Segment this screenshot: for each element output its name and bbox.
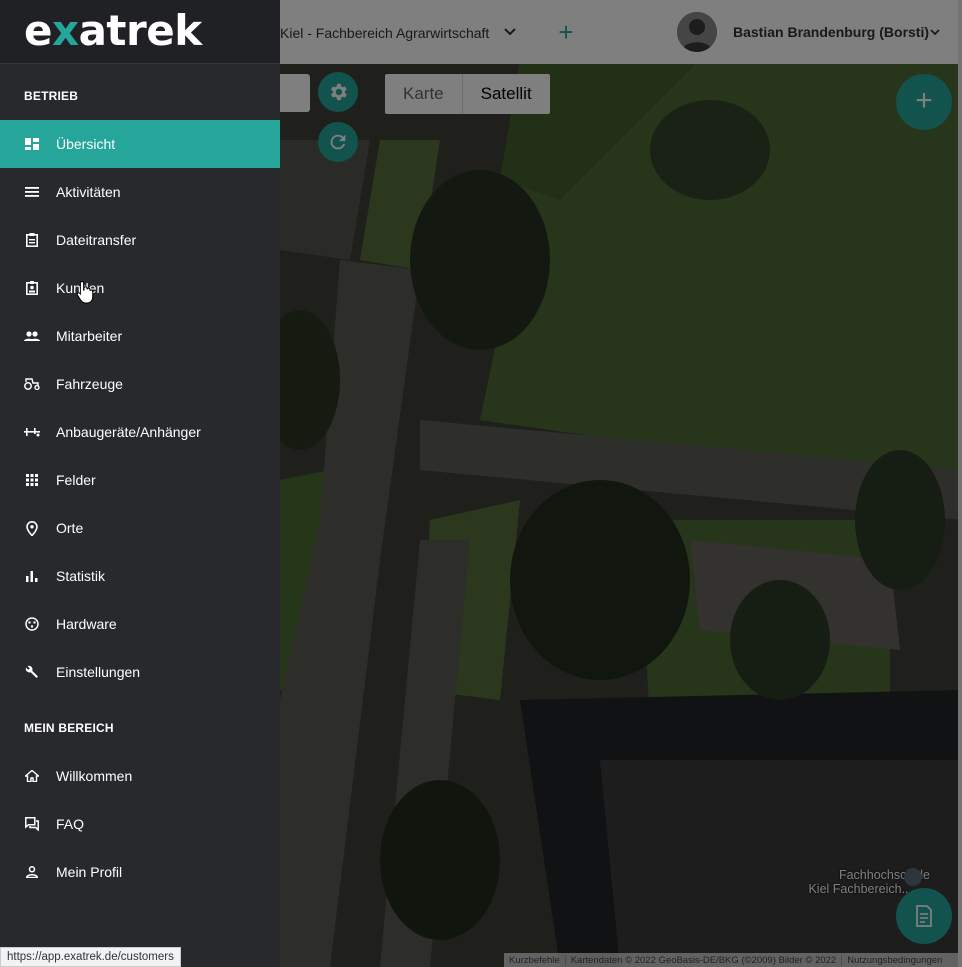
sidebar-item-label: Willkommen [56,768,133,784]
tractor-icon [24,376,40,392]
location-pin-icon [24,520,40,536]
contact-card-icon [24,280,40,296]
people-icon [24,328,40,344]
sidebar-item-label: Statistik [56,568,106,584]
sidebar-item-uebersicht[interactable]: Übersicht [0,120,280,168]
sidebar-item-fahrzeuge[interactable]: Fahrzeuge [0,360,280,408]
sidebar-item-label: Fahrzeuge [56,376,123,392]
sidebar-item-einstellungen[interactable]: Einstellungen [0,648,280,696]
sidebar-item-aktivitaeten[interactable]: Aktivitäten [0,168,280,216]
section-title-mein-bereich: MEIN BEREICH [24,721,114,735]
sidebar-item-kunden[interactable]: Kunden [0,264,280,312]
sidebar-item-label: Dateitransfer [56,232,137,248]
sidebar-item-anbaugeraete[interactable]: Anbaugeräte/Anhänger [0,408,280,456]
clipboard-icon [24,232,40,248]
grid-icon [24,472,40,488]
forum-icon [24,816,40,832]
sidebar-item-label: Felder [56,472,96,488]
list-icon [24,184,40,200]
sidenav-overlay[interactable] [280,0,962,967]
hardware-icon [24,616,40,632]
sidebar-item-dateitransfer[interactable]: Dateitransfer [0,216,280,264]
bar-chart-icon [24,568,40,584]
sidebar-item-label: Übersicht [56,136,116,152]
sidebar-item-label: Hardware [56,616,117,632]
sidebar-item-mein-profil[interactable]: Mein Profil [0,848,280,896]
sidebar-nav: exatrek BETRIEB Übersicht Aktivitäten Da… [0,0,280,967]
sidebar-item-willkommen[interactable]: Willkommen [0,752,280,800]
browser-status-url: https://app.exatrek.de/customers [0,947,181,967]
logo[interactable]: exatrek [0,0,280,64]
sidebar-item-felder[interactable]: Felder [0,456,280,504]
sidebar-item-hardware[interactable]: Hardware [0,600,280,648]
sidebar-item-label: Aktivitäten [56,184,121,200]
sidebar-item-statistik[interactable]: Statistik [0,552,280,600]
logo-text: exatrek [24,6,202,55]
sidebar-item-faq[interactable]: FAQ [0,800,280,848]
wrench-icon [24,664,40,680]
section-title-betrieb: BETRIEB [24,89,79,103]
sidebar-item-label: FAQ [56,816,85,832]
hand-cursor-icon [76,280,94,304]
sidebar-item-label: Einstellungen [56,664,141,680]
sidebar-item-mitarbeiter[interactable]: Mitarbeiter [0,312,280,360]
sidebar-item-label: Mein Profil [56,864,123,880]
sidebar-item-label: Orte [56,520,84,536]
home-icon [24,768,40,784]
implement-icon [24,424,40,440]
sidebar-item-orte[interactable]: Orte [0,504,280,552]
sidebar-item-label: Mitarbeiter [56,328,123,344]
dashboard-icon [24,136,40,152]
person-icon [24,864,40,880]
sidebar-item-label: Anbaugeräte/Anhänger [56,424,201,440]
